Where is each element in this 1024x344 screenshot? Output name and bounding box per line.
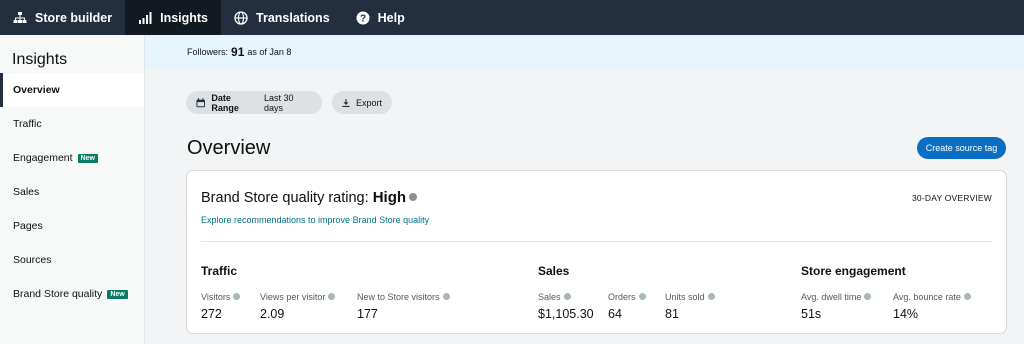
export-button[interactable]: Export [332, 91, 392, 114]
bar-chart-icon [139, 11, 152, 24]
metric-views-per-visitor: Views per visitor 2.09 [260, 292, 336, 321]
tab-store-builder-label: Store builder [35, 10, 113, 25]
followers-banner: Followers: 91 as of Jan 8 [145, 35, 1024, 69]
sidebar-item-overview[interactable]: Overview [0, 73, 144, 107]
sidebar-item-label: Overview [13, 84, 60, 96]
divider [201, 241, 992, 242]
metric-value: 81 [665, 307, 679, 321]
info-icon[interactable] [707, 293, 715, 301]
top-nav: Store builder Insights Translations ? He… [0, 0, 1024, 35]
sidebar-item-label: Engagement [13, 152, 73, 164]
metric-label: Views per visitor [260, 292, 326, 302]
metric-value: 51s [801, 307, 822, 321]
quality-rating: Brand Store quality rating: High [201, 189, 418, 206]
question-circle-icon: ? [356, 11, 370, 24]
metric-avg-bounce-rate: Avg. bounce rate 14% [893, 292, 971, 321]
metric-sales: Sales $1,105.30 [538, 292, 594, 321]
tab-store-builder[interactable]: Store builder [0, 0, 125, 35]
download-icon [342, 98, 350, 107]
sidebar-item-label: Traffic [13, 118, 42, 130]
tab-translations[interactable]: Translations [221, 0, 343, 35]
metric-value: 14% [893, 307, 919, 321]
sidebar-item-label: Sources [13, 254, 52, 266]
metric-new-to-store-visitors: New to Store visitors 177 [357, 292, 450, 321]
page-title: Overview [187, 137, 271, 159]
date-range-button[interactable]: Date Range Last 30 days [186, 91, 322, 114]
date-range-value: Last 30 days [263, 92, 294, 113]
metric-visitors: Visitors 272 [201, 292, 241, 321]
metric-units-sold: Units sold 81 [665, 292, 715, 321]
sidebar-item-sales[interactable]: Sales [0, 175, 144, 209]
globe-icon [234, 10, 248, 25]
sidebar-item-label: Brand Store quality [13, 288, 103, 300]
sidebar: Insights Overview Traffic Engagement New … [0, 35, 145, 344]
metric-value: $1,105.30 [538, 307, 594, 321]
export-label: Export [355, 97, 382, 108]
svg-text:?: ? [360, 13, 366, 24]
sidebar-item-pages[interactable]: Pages [0, 209, 144, 243]
sales-section-title: Sales [538, 264, 570, 278]
engagement-section-title: Store engagement [801, 264, 906, 278]
tab-translations-label: Translations [256, 10, 330, 25]
info-icon[interactable] [563, 293, 571, 301]
create-source-tag-button[interactable]: Create source tag [917, 137, 1006, 159]
metric-label: Visitors [201, 292, 231, 302]
metric-value: 64 [608, 307, 622, 321]
sidebar-title: Insights [12, 51, 68, 68]
sidebar-item-engagement[interactable]: Engagement New [0, 141, 144, 175]
metric-label: Units sold [665, 292, 705, 302]
sitemap-icon [13, 11, 27, 23]
info-icon[interactable] [638, 293, 646, 301]
sidebar-item-traffic[interactable]: Traffic [0, 107, 144, 141]
rating-prefix: Brand Store quality rating: [201, 190, 369, 206]
tab-help-label: Help [377, 10, 405, 25]
info-icon[interactable] [233, 293, 241, 301]
metric-label: Avg. dwell time [801, 292, 862, 302]
sidebar-item-brand-store-quality[interactable]: Brand Store quality New [0, 277, 144, 311]
period-label: 30-DAY OVERVIEW [912, 193, 992, 203]
sidebar-item-label: Sales [13, 186, 40, 198]
metric-label: New to Store visitors [357, 292, 440, 302]
new-badge: New [77, 153, 98, 163]
quality-overview-card: Brand Store quality rating: High Explore… [186, 170, 1007, 334]
metric-label: Avg. bounce rate [893, 292, 961, 302]
metric-value: 177 [357, 307, 378, 321]
calendar-icon [196, 97, 205, 107]
followers-count: 91 [231, 45, 245, 59]
info-icon[interactable] [864, 293, 872, 301]
info-icon[interactable] [409, 193, 418, 202]
tab-help[interactable]: ? Help [343, 0, 418, 35]
metric-value: 272 [201, 307, 222, 321]
metric-orders: Orders 64 [608, 292, 646, 321]
tab-insights[interactable]: Insights [125, 0, 222, 35]
traffic-section-title: Traffic [201, 264, 238, 278]
info-icon[interactable] [442, 293, 450, 301]
metric-avg-dwell-time: Avg. dwell time 51s [801, 292, 872, 321]
metric-label: Orders [608, 292, 636, 302]
rating-value: High [372, 189, 407, 206]
sidebar-item-sources[interactable]: Sources [0, 243, 144, 277]
info-icon[interactable] [963, 293, 971, 301]
new-badge: New [107, 289, 128, 299]
tab-insights-label: Insights [160, 10, 209, 25]
metric-value: 2.09 [260, 307, 285, 321]
followers-prefix: Followers: [187, 47, 229, 57]
date-range-label: Date Range [211, 92, 239, 113]
recommendations-link[interactable]: Explore recommendations to improve Brand… [201, 215, 429, 225]
info-icon[interactable] [328, 293, 336, 301]
followers-suffix: as of Jan 8 [247, 47, 292, 57]
sidebar-item-label: Pages [13, 220, 43, 232]
metric-label: Sales [538, 292, 561, 302]
